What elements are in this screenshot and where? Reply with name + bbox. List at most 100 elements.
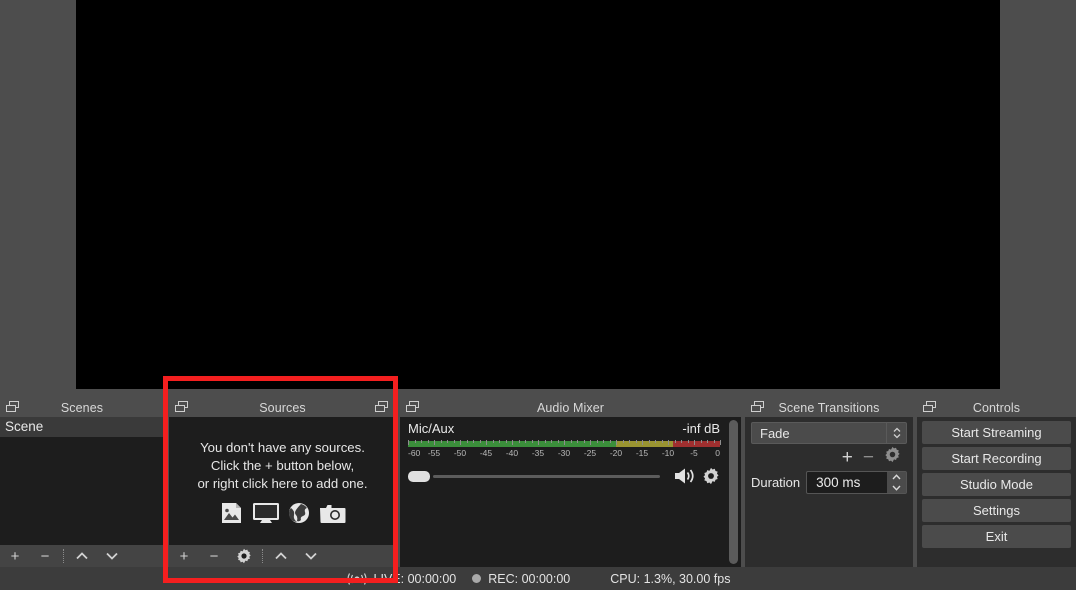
chevron-down-icon [106, 552, 118, 560]
undock-icon[interactable] [375, 401, 390, 414]
chevron-updown-icon[interactable] [886, 423, 906, 443]
sources-empty-line-2: Click the + button below, [210, 457, 355, 473]
meter-tick-mark [421, 440, 422, 443]
meter-tick-mark [544, 440, 546, 443]
sources-empty-line-1: You don't have any sources. [200, 439, 365, 455]
scrollbar-thumb[interactable] [729, 420, 738, 564]
minus-icon: − [40, 547, 50, 565]
volume-slider[interactable] [433, 474, 660, 478]
undock-icon[interactable] [175, 401, 190, 414]
meter-tick-label: -5 [690, 448, 698, 458]
meter-tick-label: -15 [635, 448, 649, 458]
live-timer: LIVE: 00:00:00 [373, 571, 457, 586]
scene-transitions-dock-title: Scene Transitions [778, 400, 880, 415]
scenes-dock-title: Scenes [60, 400, 104, 415]
undock-icon[interactable] [406, 401, 421, 414]
remove-transition-button[interactable]: − [863, 448, 874, 467]
meter-tick-mark [525, 440, 526, 443]
audio-settings-gear-icon[interactable] [702, 467, 720, 485]
meter-tick-mark [713, 440, 715, 443]
meter-tick-mark [408, 440, 409, 445]
meter-tick-mark [531, 440, 533, 443]
transition-select[interactable]: Fade [751, 422, 907, 444]
audio-track-name: Mic/Aux [408, 421, 455, 436]
duration-stepper[interactable] [887, 472, 906, 493]
plus-icon: + [179, 547, 189, 565]
scene-list[interactable]: Scene [0, 417, 164, 545]
image-icon [221, 502, 241, 523]
toolbar-separator [63, 549, 64, 563]
move-scene-up-button[interactable] [67, 545, 97, 567]
meter-tick-mark [609, 440, 611, 443]
chevron-down-icon [305, 552, 317, 560]
volume-slider-handle[interactable] [408, 470, 430, 482]
controls-dock-title: Controls [972, 400, 1021, 415]
plus-icon: + [10, 547, 20, 565]
audio-track-controls [408, 467, 720, 485]
meter-tick-mark [694, 440, 695, 445]
source-properties-button[interactable] [229, 545, 259, 567]
undock-icon[interactable] [6, 401, 21, 414]
audio-track-mic-aux: Mic/Aux -inf dB -60 -55 -50 -45 -40 -35 -30 -25… [400, 417, 728, 485]
scene-transitions-body: Fade + − Duration 300 ms [745, 417, 913, 567]
meter-tick-mark [518, 440, 520, 443]
obs-main-window: Scenes Scene + − Sources You don't have … [0, 0, 1076, 590]
audio-mixer-dock-header: Audio Mixer [400, 398, 741, 417]
meter-tick-mark [512, 440, 513, 445]
add-source-button[interactable]: + [169, 545, 199, 567]
sources-empty-line-3: or right click here to add one. [197, 475, 368, 491]
duration-input[interactable]: 300 ms [806, 471, 907, 494]
transition-properties-gear-icon[interactable] [884, 446, 901, 468]
audio-mixer-dock: Audio Mixer Mic/Aux -inf dB -60 -55 -50 -45… [400, 398, 741, 567]
audio-mixer-body: Mic/Aux -inf dB -60 -55 -50 -45 -40 -35 -30 -25… [400, 417, 741, 567]
studio-mode-button[interactable]: Studio Mode [922, 473, 1071, 496]
preview-canvas[interactable] [76, 0, 1000, 389]
speaker-on-icon[interactable] [674, 467, 698, 485]
remove-scene-button[interactable]: − [30, 545, 60, 567]
audio-track-level: -inf dB [682, 421, 720, 436]
undock-icon[interactable] [751, 401, 766, 414]
sources-dock-body: You don't have any sources. Click the + … [169, 417, 396, 567]
add-scene-button[interactable]: + [0, 545, 30, 567]
record-dot-icon [472, 574, 482, 583]
meter-tick-mark [700, 440, 702, 443]
start-recording-button[interactable]: Start Recording [922, 447, 1071, 470]
sources-dock-header: Sources [169, 398, 396, 417]
meter-tick-label: -50 [453, 448, 467, 458]
transition-duration-row: Duration 300 ms [751, 471, 907, 494]
meter-tick-mark [453, 440, 455, 443]
browser-globe-icon [288, 502, 309, 523]
sources-toolbar: + − [169, 545, 396, 567]
meter-tick-mark [674, 440, 676, 443]
audio-meter-scale: -60 -55 -50 -45 -40 -35 -30 -25 -20 -15 -10 -5 0 [408, 440, 721, 461]
meter-tick-label: -45 [479, 448, 493, 458]
live-status-group: LIVE: 00:00:00 [346, 571, 457, 586]
list-item[interactable]: Scene [0, 417, 164, 437]
add-transition-button[interactable]: + [842, 448, 853, 467]
meter-tick-mark [648, 440, 650, 443]
audio-mixer-scrollbar[interactable] [728, 420, 739, 564]
controls-dock: Controls Start Streaming Start Recording… [917, 398, 1076, 567]
meter-tick-mark [460, 440, 461, 445]
move-scene-down-button[interactable] [97, 545, 127, 567]
scenes-toolbar: + − [0, 545, 164, 567]
undock-icon[interactable] [923, 401, 938, 414]
move-source-up-button[interactable] [266, 545, 296, 567]
settings-button[interactable]: Settings [922, 499, 1071, 522]
toolbar-separator [262, 549, 263, 563]
remove-source-button[interactable]: − [199, 545, 229, 567]
meter-tick-mark [583, 440, 585, 443]
meter-tick-mark [681, 440, 682, 443]
move-source-down-button[interactable] [296, 545, 326, 567]
start-streaming-button[interactable]: Start Streaming [922, 421, 1071, 444]
sources-empty-message[interactable]: You don't have any sources. Click the + … [169, 417, 396, 545]
meter-tick-mark [661, 440, 663, 443]
meter-tick-mark [570, 440, 572, 443]
status-bar: LIVE: 00:00:00 REC: 00:00:00 CPU: 1.3%, … [0, 567, 1076, 590]
broadcast-icon [346, 572, 368, 586]
exit-button[interactable]: Exit [922, 525, 1071, 548]
meter-tick-mark [479, 440, 481, 443]
meter-tick-mark [466, 440, 468, 443]
meter-tick-label: -35 [531, 448, 545, 458]
rec-timer: REC: 00:00:00 [488, 571, 571, 586]
